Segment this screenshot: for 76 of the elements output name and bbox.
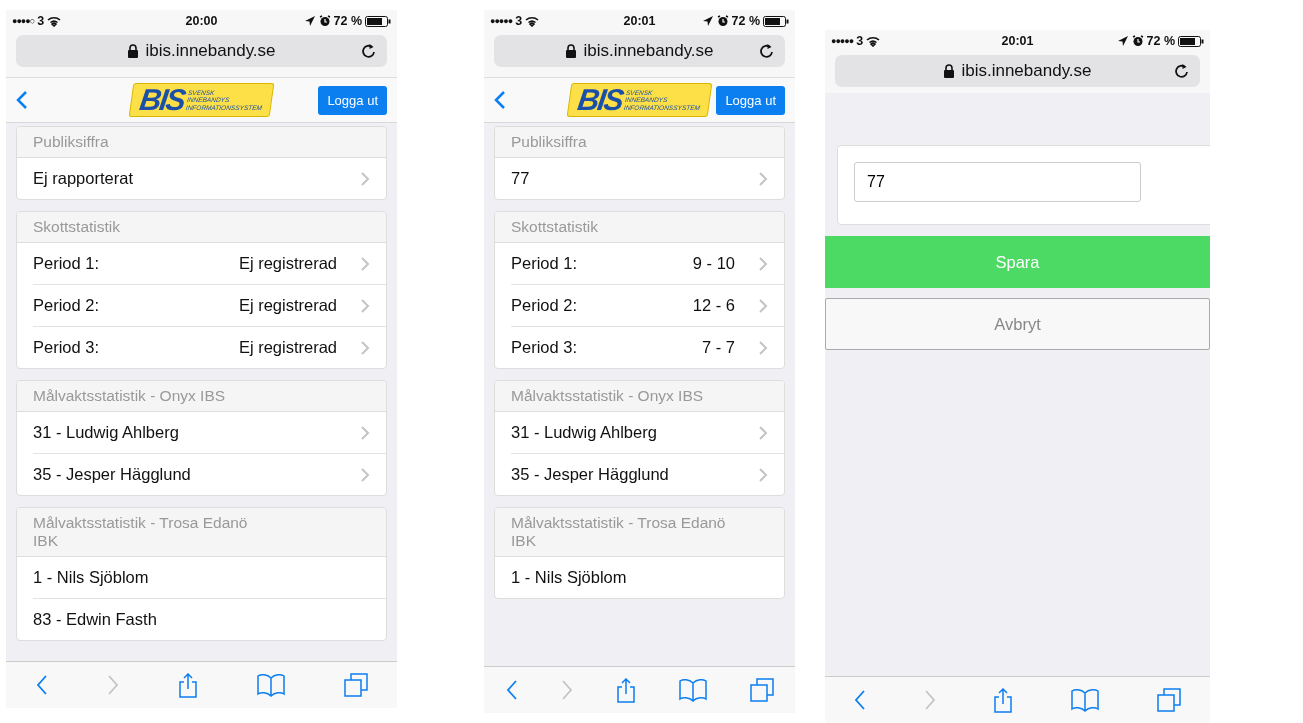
share-icon[interactable] <box>615 677 636 703</box>
signal-strength-text: ●●●●● <box>831 36 854 46</box>
row-value: Ej registrerad <box>238 296 337 315</box>
book-icon[interactable] <box>678 678 707 702</box>
logout-button[interactable]: Logga ut <box>716 85 785 115</box>
url-text: ibis.innebandy.se <box>961 61 1092 81</box>
share-icon[interactable] <box>993 687 1014 713</box>
row-label[interactable]: Period 2: <box>33 296 239 315</box>
alarm-clock-icon <box>318 15 331 27</box>
battery-icon <box>365 15 391 27</box>
logo-mark: BIS <box>575 85 625 115</box>
row-value: 12 - 6 <box>692 296 735 315</box>
back-chevron-icon[interactable] <box>494 90 507 110</box>
alarm-clock-icon <box>1131 35 1144 47</box>
battery-percentage: 72 % <box>333 14 362 28</box>
padlock-icon <box>943 64 956 78</box>
tabs-icon[interactable] <box>1157 688 1182 712</box>
signal-strength-text: ●●●●● <box>490 16 513 26</box>
reload-icon[interactable] <box>361 43 377 59</box>
book-icon[interactable] <box>1071 688 1100 712</box>
row-label: 1 - Nils Sjöblom <box>33 568 150 587</box>
reload-icon[interactable] <box>1174 63 1190 79</box>
battery-percentage: 72 % <box>731 14 760 28</box>
url-text: ibis.innebandy.se <box>583 41 714 61</box>
wifi-icon <box>525 15 540 27</box>
row-label[interactable]: 35 - Jesper Hägglund <box>511 465 759 484</box>
back-chevron-icon[interactable] <box>16 90 29 110</box>
clock-time: 20:00 <box>185 14 218 28</box>
location-arrow-icon <box>1116 35 1129 47</box>
share-icon[interactable] <box>177 672 198 698</box>
tabs-icon[interactable] <box>343 673 368 697</box>
back-icon[interactable] <box>35 674 48 696</box>
row-label[interactable]: Period 3: <box>511 338 702 357</box>
row-label[interactable]: 31 - Ludwig Ahlberg <box>511 423 759 442</box>
address-bar[interactable]: ibis.innebandy.se <box>835 55 1200 87</box>
battery-icon <box>1178 35 1204 47</box>
input-field[interactable]: 77 <box>854 162 1141 202</box>
battery-percentage: 72 % <box>1146 34 1175 48</box>
clock-time: 20:01 <box>623 14 656 28</box>
row-label[interactable]: Period 2: <box>511 296 693 315</box>
padlock-icon <box>127 44 140 58</box>
tabs-icon[interactable] <box>749 678 774 702</box>
carrier-label: 3 <box>856 34 864 48</box>
back-icon[interactable] <box>853 689 866 711</box>
clock-time: 20:01 <box>1001 34 1034 48</box>
carrier-label: 3 <box>37 14 45 28</box>
row-label[interactable]: 77 <box>511 169 759 188</box>
row-label[interactable]: 31 - Ludwig Ahlberg <box>33 423 361 442</box>
battery-icon <box>763 15 789 27</box>
alarm-clock-icon <box>716 15 729 27</box>
address-bar[interactable]: ibis.innebandy.se <box>16 35 387 67</box>
row-label[interactable]: Ej rapporterat <box>33 169 361 188</box>
row-value: 7 - 7 <box>701 338 735 357</box>
back-icon[interactable] <box>505 679 518 701</box>
wifi-icon <box>866 35 881 47</box>
row-value: Ej registrerad <box>238 254 337 273</box>
wifi-icon <box>47 15 62 27</box>
carrier-label: 3 <box>515 14 523 28</box>
url-text: ibis.innebandy.se <box>145 41 276 61</box>
row-label[interactable]: Period 1: <box>33 254 239 273</box>
book-icon[interactable] <box>256 673 285 697</box>
row-label: 1 - Nils Sjöblom <box>511 568 628 587</box>
location-arrow-icon <box>701 15 714 27</box>
row-label[interactable]: Period 3: <box>33 338 239 357</box>
location-arrow-icon <box>303 15 316 27</box>
row-value: 9 - 10 <box>692 254 735 273</box>
row-value: Ej registrerad <box>238 338 337 357</box>
row-label[interactable]: 35 - Jesper Hägglund <box>33 465 361 484</box>
logo-mark: BIS <box>137 85 187 115</box>
padlock-icon <box>565 44 578 58</box>
reload-icon[interactable] <box>759 43 775 59</box>
signal-strength-text: ●●●●○ <box>12 16 35 26</box>
row-label: 83 - Edwin Fasth <box>33 610 158 629</box>
logout-button[interactable]: Logga ut <box>318 85 387 115</box>
address-bar[interactable]: ibis.innebandy.se <box>494 35 785 67</box>
row-label[interactable]: Period 1: <box>511 254 693 273</box>
